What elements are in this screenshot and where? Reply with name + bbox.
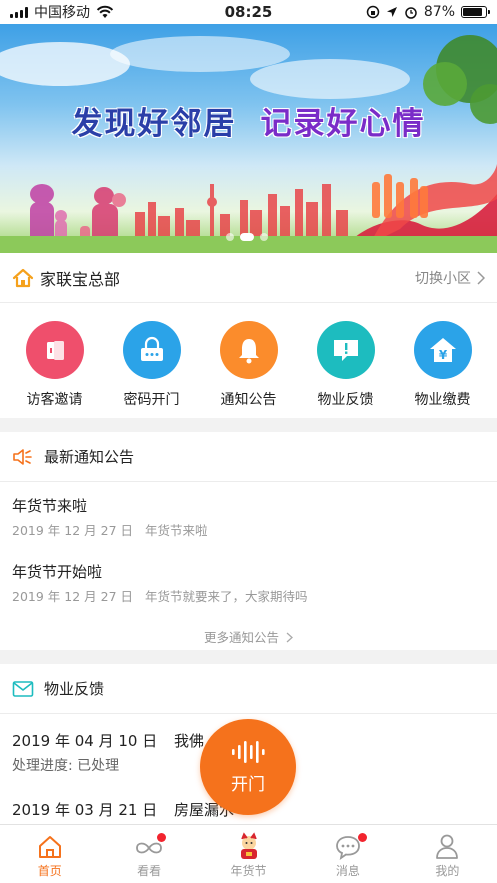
switch-community-button[interactable]: 切换小区	[415, 268, 485, 288]
tab-new-year-festival[interactable]: 年货节	[199, 825, 298, 883]
sound-wave-icon	[232, 740, 265, 763]
carousel-dot[interactable]	[226, 233, 234, 241]
tab-label: 消息	[335, 864, 360, 878]
bell-icon	[219, 321, 278, 379]
notice-date: 2019 年 12 月 27 日	[12, 523, 133, 538]
status-bar: 中国移动 08:25 87%	[0, 0, 497, 24]
feedback-card-header[interactable]: 物业反馈	[0, 664, 497, 714]
battery-icon	[461, 6, 490, 18]
chevron-right-icon	[477, 270, 485, 285]
tab-discover[interactable]: 看看	[99, 825, 198, 883]
notification-dot	[358, 833, 368, 842]
quick-actions: 访客邀请 密码开门 通知公告 物业反馈 ¥ 物业缴费	[0, 303, 497, 418]
tab-messages[interactable]: 消息	[298, 825, 397, 883]
speaker-icon	[13, 448, 32, 465]
wifi-icon	[96, 5, 114, 18]
visitor-invite-icon	[25, 321, 84, 379]
tab-label: 看看	[137, 864, 162, 878]
notice-title: 年货节开始啦	[12, 563, 103, 581]
action-payment[interactable]: ¥ 物业缴费	[398, 321, 488, 418]
notice-title: 年货节来啦	[12, 497, 88, 515]
home-icon	[12, 268, 34, 287]
feedback-subject: 我佛	[173, 732, 204, 750]
action-label: 物业反馈	[317, 392, 374, 408]
more-notices-link[interactable]: 更多通知公告	[0, 627, 497, 646]
tab-label: 首页	[37, 864, 62, 878]
status-right: 87%	[317, 4, 490, 20]
banner-title-right: 记录好心情	[260, 106, 426, 142]
payment-icon: ¥	[413, 321, 472, 379]
switch-community-label: 切换小区	[415, 270, 471, 287]
action-label: 通知公告	[220, 392, 277, 408]
status-time: 08:25	[224, 3, 273, 21]
notice-item[interactable]: 年货节来啦 2019 年 12 月 27 日年货节来啦	[0, 482, 497, 539]
banner-title: 发现好邻居 记录好心情	[0, 98, 497, 143]
open-door-button[interactable]: 开门	[200, 719, 296, 815]
notice-summary: 年货节来啦	[145, 523, 208, 538]
open-door-label: 开门	[231, 774, 265, 795]
more-notices-label: 更多通知公告	[204, 630, 280, 645]
notice-meta: 2019 年 12 月 27 日年货节来啦	[12, 520, 485, 539]
feedback-date: 2019 年 04 月 10 日	[12, 732, 158, 750]
tab-label: 我的	[435, 864, 460, 878]
notice-card-header[interactable]: 最新通知公告	[0, 432, 497, 482]
notice-item[interactable]: 年货节开始啦 2019 年 12 月 27 日年货节就要来了，大家期待吗	[0, 539, 497, 605]
mail-icon	[12, 680, 34, 697]
notice-card-title: 最新通知公告	[44, 448, 135, 466]
home-icon	[38, 836, 61, 858]
svg-text:¥: ¥	[438, 348, 447, 362]
notice-summary: 年货节就要来了，大家期待吗	[145, 589, 308, 604]
action-label: 密码开门	[123, 392, 180, 408]
notification-dot	[157, 833, 167, 842]
community-name: 家联宝总部	[40, 269, 121, 289]
action-label: 物业缴费	[414, 392, 471, 408]
tab-label: 年货节	[230, 864, 267, 878]
battery-percent: 87%	[423, 4, 455, 20]
festival-mascot-icon	[240, 832, 257, 859]
banner-carousel[interactable]: 发现好邻居 记录好心情	[0, 24, 497, 253]
notice-meta: 2019 年 12 月 27 日年货节就要来了，大家期待吗	[12, 586, 485, 605]
location-icon	[386, 7, 397, 17]
action-feedback[interactable]: 物业反馈	[301, 321, 391, 418]
chevron-right-icon	[286, 632, 293, 643]
tab-profile[interactable]: 我的	[398, 825, 497, 883]
carousel-dot[interactable]	[240, 233, 254, 241]
notice-date: 2019 年 12 月 27 日	[12, 589, 133, 604]
feedback-icon	[316, 321, 375, 379]
tab-home[interactable]: 首页	[0, 825, 99, 883]
community-bar: 家联宝总部 切换小区	[0, 253, 497, 303]
action-visitor-invite[interactable]: 访客邀请	[10, 321, 100, 418]
carousel-indicator	[226, 233, 268, 241]
banner-title-left: 发现好邻居	[71, 106, 237, 142]
bottom-tab-bar: 首页 看看 年货节 消息 我的	[0, 824, 497, 883]
notice-card: 最新通知公告 年货节来啦 2019 年 12 月 27 日年货节来啦 年货节开始…	[0, 432, 497, 650]
carrier-name: 中国移动	[34, 5, 90, 21]
feedback-card-title: 物业反馈	[44, 680, 105, 698]
password-door-icon	[122, 321, 181, 379]
rotation-lock-icon	[366, 5, 380, 19]
carousel-dot[interactable]	[260, 233, 268, 241]
user-icon	[436, 834, 459, 859]
feedback-date: 2019 年 03 月 21 日	[12, 801, 158, 819]
action-password-door[interactable]: 密码开门	[107, 321, 197, 418]
alarm-icon	[405, 7, 417, 19]
status-left: 中国移动	[10, 2, 180, 22]
action-label: 访客邀请	[26, 392, 83, 408]
action-notice[interactable]: 通知公告	[204, 321, 294, 418]
signal-icon	[10, 6, 28, 18]
